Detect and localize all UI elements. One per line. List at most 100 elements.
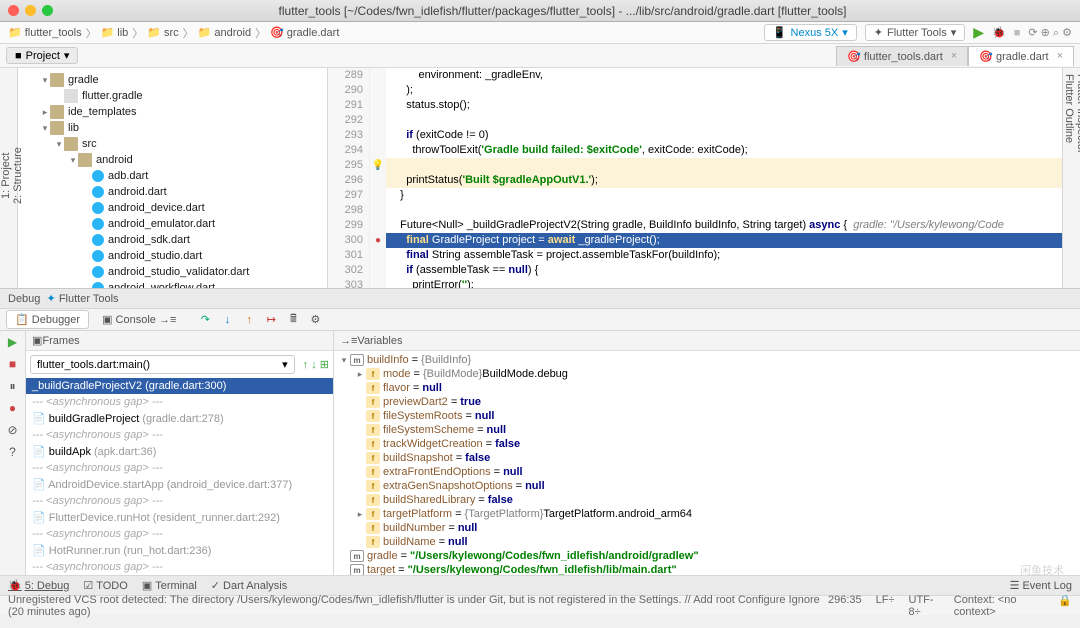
view-breakpoints-icon[interactable]: ● xyxy=(0,401,25,423)
tree-row[interactable]: android_device.dart xyxy=(18,200,327,216)
bc-lib[interactable]: 📁 lib xyxy=(101,26,129,39)
stack-frame[interactable]: --- <asynchronous gap> --- xyxy=(26,460,333,476)
minimize-icon[interactable] xyxy=(25,5,36,16)
variable-row[interactable]: ▸fmode = {BuildMode} BuildMode.debug xyxy=(334,367,1080,381)
close-tab-icon[interactable]: × xyxy=(951,50,957,62)
tree-row[interactable]: ▾lib xyxy=(18,120,327,136)
tab-debug[interactable]: 🐞 5: Debug xyxy=(8,579,69,592)
step-into-icon[interactable]: ↓ xyxy=(219,312,235,328)
variable-row[interactable]: mgradle = "/Users/kylewong/Codes/fwn_idl… xyxy=(334,549,1080,563)
debug-side-controls[interactable]: ▶ ■ ⏸ ● ⊘ ? xyxy=(0,331,26,575)
stack-frame[interactable]: --- <asynchronous gap> --- xyxy=(26,427,333,443)
run-to-icon[interactable]: ↦ xyxy=(263,312,279,328)
toolbar-icons[interactable]: ⟳ ⊕ ⌕ ⚙ xyxy=(1028,26,1072,40)
tree-row[interactable]: adb.dart xyxy=(18,168,327,184)
variable-row[interactable]: fbuildSharedLibrary = false xyxy=(334,493,1080,507)
line-numbers: 2892902912922932942952962972982993003013… xyxy=(328,68,370,288)
tree-row[interactable]: android_emulator.dart xyxy=(18,216,327,232)
run-config-dropdown[interactable]: ✦ Flutter Tools ▾ xyxy=(865,24,965,41)
tree-row[interactable]: ▸ide_templates xyxy=(18,104,327,120)
tree-row[interactable]: android_studio.dart xyxy=(18,248,327,264)
bc-src[interactable]: 📁 src xyxy=(147,26,178,39)
tab-todo[interactable]: ☑ TODO xyxy=(83,579,127,592)
step-over-icon[interactable]: ↷ xyxy=(197,312,213,328)
stack-frame[interactable]: --- <asynchronous gap> --- xyxy=(26,559,333,575)
variable-row[interactable]: fpreviewDart2 = true xyxy=(334,395,1080,409)
close-icon[interactable] xyxy=(8,5,19,16)
variable-row[interactable]: ▾mbuildInfo = {BuildInfo} xyxy=(334,353,1080,367)
caret-position[interactable]: 296:35 xyxy=(828,594,862,618)
variable-row[interactable]: ▸ftargetPlatform = {TargetPlatform} Targ… xyxy=(334,507,1080,521)
tree-row[interactable]: android_sdk.dart xyxy=(18,232,327,248)
stack-frame[interactable]: 📄 HotRunner.run (run_hot.dart:236) xyxy=(26,542,333,559)
stack-frame[interactable]: 📄 buildApk (apk.dart:36) xyxy=(26,443,333,460)
variable-row[interactable]: fbuildNumber = null xyxy=(334,521,1080,535)
variable-row[interactable]: ffileSystemScheme = null xyxy=(334,423,1080,437)
debugger-step-controls[interactable]: ↷ ↓ ↑ ↦ 🖩 ⚙ xyxy=(197,312,323,328)
console-tab[interactable]: ▣ Console →≡ xyxy=(93,310,185,329)
debug-button[interactable]: 🐞 xyxy=(992,26,1006,39)
stack-frame[interactable]: 📄 FlutterDevice.runHot (resident_runner.… xyxy=(26,509,333,526)
tree-row[interactable]: android.dart xyxy=(18,184,327,200)
tree-row[interactable]: ▾gradle xyxy=(18,72,327,88)
tree-row[interactable]: flutter.gradle xyxy=(18,88,327,104)
project-view-selector[interactable]: ■ Project ▾ xyxy=(6,47,78,64)
bc-android[interactable]: 📁 android xyxy=(198,26,251,39)
project-tree[interactable]: ▾gradleflutter.gradle▸ide_templates▾lib▾… xyxy=(18,68,328,288)
device-dropdown[interactable]: 📱 Nexus 5X ▾ xyxy=(764,24,857,41)
status-message[interactable]: Unregistered VCS root detected: The dire… xyxy=(8,594,828,618)
variable-row[interactable]: fflavor = null xyxy=(334,381,1080,395)
left-tool-tabs[interactable]: 1: Project 2: Structure xyxy=(0,68,18,288)
right-tool-tabs[interactable]: Flutter Outline Flutter Inspector xyxy=(1062,68,1080,288)
tree-row[interactable]: android_studio_validator.dart xyxy=(18,264,327,280)
tab-event-log[interactable]: ☰ Event Log xyxy=(1010,579,1072,592)
frame-nav-icons[interactable]: ↑ ↓ ⊞ xyxy=(299,358,333,371)
evaluate-icon[interactable]: 🖩 xyxy=(285,312,301,328)
line-separator[interactable]: LF÷ xyxy=(876,594,895,618)
tree-row[interactable]: android_workflow.dart xyxy=(18,280,327,288)
tree-row[interactable]: ▾src xyxy=(18,136,327,152)
context-indicator[interactable]: Context: <no context> xyxy=(954,594,1045,618)
variable-row[interactable]: fextraFrontEndOptions = null xyxy=(334,465,1080,479)
debugger-tab[interactable]: 📋 Debugger xyxy=(6,310,89,329)
close-tab-icon[interactable]: × xyxy=(1057,50,1063,62)
stack-frame[interactable]: --- <asynchronous gap> --- xyxy=(26,493,333,509)
mute-icon[interactable]: ⊘ xyxy=(0,423,25,445)
file-encoding[interactable]: UTF-8÷ xyxy=(909,594,940,618)
editor-tab[interactable]: 🎯 gradle.dart × xyxy=(968,46,1074,66)
stop-button[interactable]: ■ xyxy=(1014,27,1021,39)
thread-dropdown[interactable]: flutter_tools.dart:main()▾ xyxy=(30,355,295,374)
stack-frame[interactable]: 📄 buildGradleProject (gradle.dart:278) xyxy=(26,410,333,427)
breakpoint-gutter[interactable]: 💡● xyxy=(370,68,386,288)
pause-icon[interactable]: ⏸ xyxy=(0,379,25,401)
resume-icon[interactable]: ▶ xyxy=(0,335,25,357)
tab-terminal[interactable]: ▣ Terminal xyxy=(142,579,197,592)
variable-row[interactable]: mtarget = "/Users/kylewong/Codes/fwn_idl… xyxy=(334,563,1080,575)
bc-project[interactable]: 📁 flutter_tools xyxy=(8,26,82,39)
editor-tab[interactable]: 🎯 flutter_tools.dart × xyxy=(836,46,968,66)
stack-frame[interactable]: --- <asynchronous gap> --- xyxy=(26,394,333,410)
variable-row[interactable]: fbuildName = null xyxy=(334,535,1080,549)
project-toolbar: ■ Project ▾ 🎯 flutter_tools.dart ×🎯 grad… xyxy=(0,44,1080,68)
stack-frame[interactable]: 📄 AndroidDevice.startApp (android_device… xyxy=(26,476,333,493)
frames-panel: ▣ Frames flutter_tools.dart:main()▾ ↑ ↓ … xyxy=(26,331,334,575)
step-out-icon[interactable]: ↑ xyxy=(241,312,257,328)
more-icon[interactable]: ? xyxy=(0,445,25,467)
stack-frame[interactable]: _buildGradleProjectV2 (gradle.dart:300) xyxy=(26,378,333,394)
settings-icon[interactable]: ⚙ xyxy=(307,312,323,328)
bc-file[interactable]: 🎯 gradle.dart xyxy=(270,26,339,39)
stop-icon[interactable]: ■ xyxy=(0,357,25,379)
window-title: flutter_tools [~/Codes/fwn_idlefish/flut… xyxy=(53,4,1072,18)
variable-row[interactable]: fextraGenSnapshotOptions = null xyxy=(334,479,1080,493)
variable-row[interactable]: ffileSystemRoots = null xyxy=(334,409,1080,423)
stack-frame[interactable]: --- <asynchronous gap> --- xyxy=(26,526,333,542)
tree-row[interactable]: ▾android xyxy=(18,152,327,168)
bottom-tool-tabs: 🐞 5: Debug ☑ TODO ▣ Terminal ✓ Dart Anal… xyxy=(0,575,1080,595)
variable-row[interactable]: fbuildSnapshot = false xyxy=(334,451,1080,465)
tab-dart-analysis[interactable]: ✓ Dart Analysis xyxy=(211,579,287,592)
variable-row[interactable]: ftrackWidgetCreation = false xyxy=(334,437,1080,451)
maximize-icon[interactable] xyxy=(42,5,53,16)
lock-icon[interactable]: 🔒 xyxy=(1058,594,1072,618)
run-button[interactable]: ▶ xyxy=(973,24,984,41)
code-editor[interactable]: 2892902912922932942952962972982993003013… xyxy=(328,68,1062,288)
